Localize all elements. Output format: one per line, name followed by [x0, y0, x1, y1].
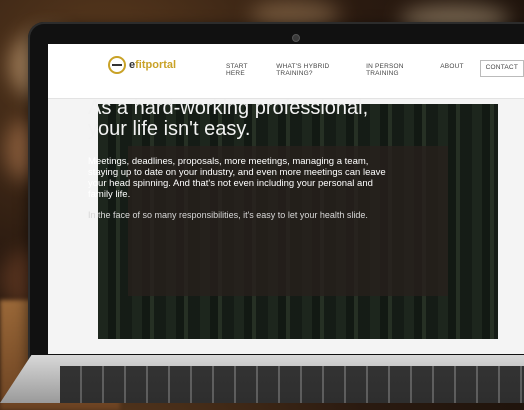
- camera-icon: [292, 34, 300, 42]
- laptop-screen: efitportal START HERE WHAT'S HYBRID TRAI…: [48, 44, 524, 354]
- hero-body: Meetings, deadlines, proposals, more mee…: [88, 156, 386, 200]
- site-header: efitportal START HERE WHAT'S HYBRID TRAI…: [48, 44, 524, 99]
- nav-hybrid-training[interactable]: WHAT'S HYBRID TRAINING?: [276, 63, 350, 77]
- logo-icon: [108, 56, 126, 74]
- site-logo[interactable]: efitportal: [108, 56, 176, 74]
- logo-name: fitportal: [135, 59, 177, 71]
- logo-text: efitportal: [129, 59, 176, 71]
- nav-contact[interactable]: CONTACT: [479, 60, 524, 77]
- nav-in-person-training[interactable]: IN PERSON TRAINING: [366, 63, 424, 77]
- nav-about[interactable]: ABOUT: [440, 63, 463, 77]
- laptop-keyboard: [60, 366, 524, 403]
- main-nav: START HERE WHAT'S HYBRID TRAINING? IN PE…: [226, 60, 524, 77]
- hero-subtext: In the face of so many responsibilities,…: [88, 210, 368, 220]
- hero-headline: As a hard-working professional, your lif…: [88, 97, 369, 140]
- nav-start-here[interactable]: START HERE: [226, 63, 260, 77]
